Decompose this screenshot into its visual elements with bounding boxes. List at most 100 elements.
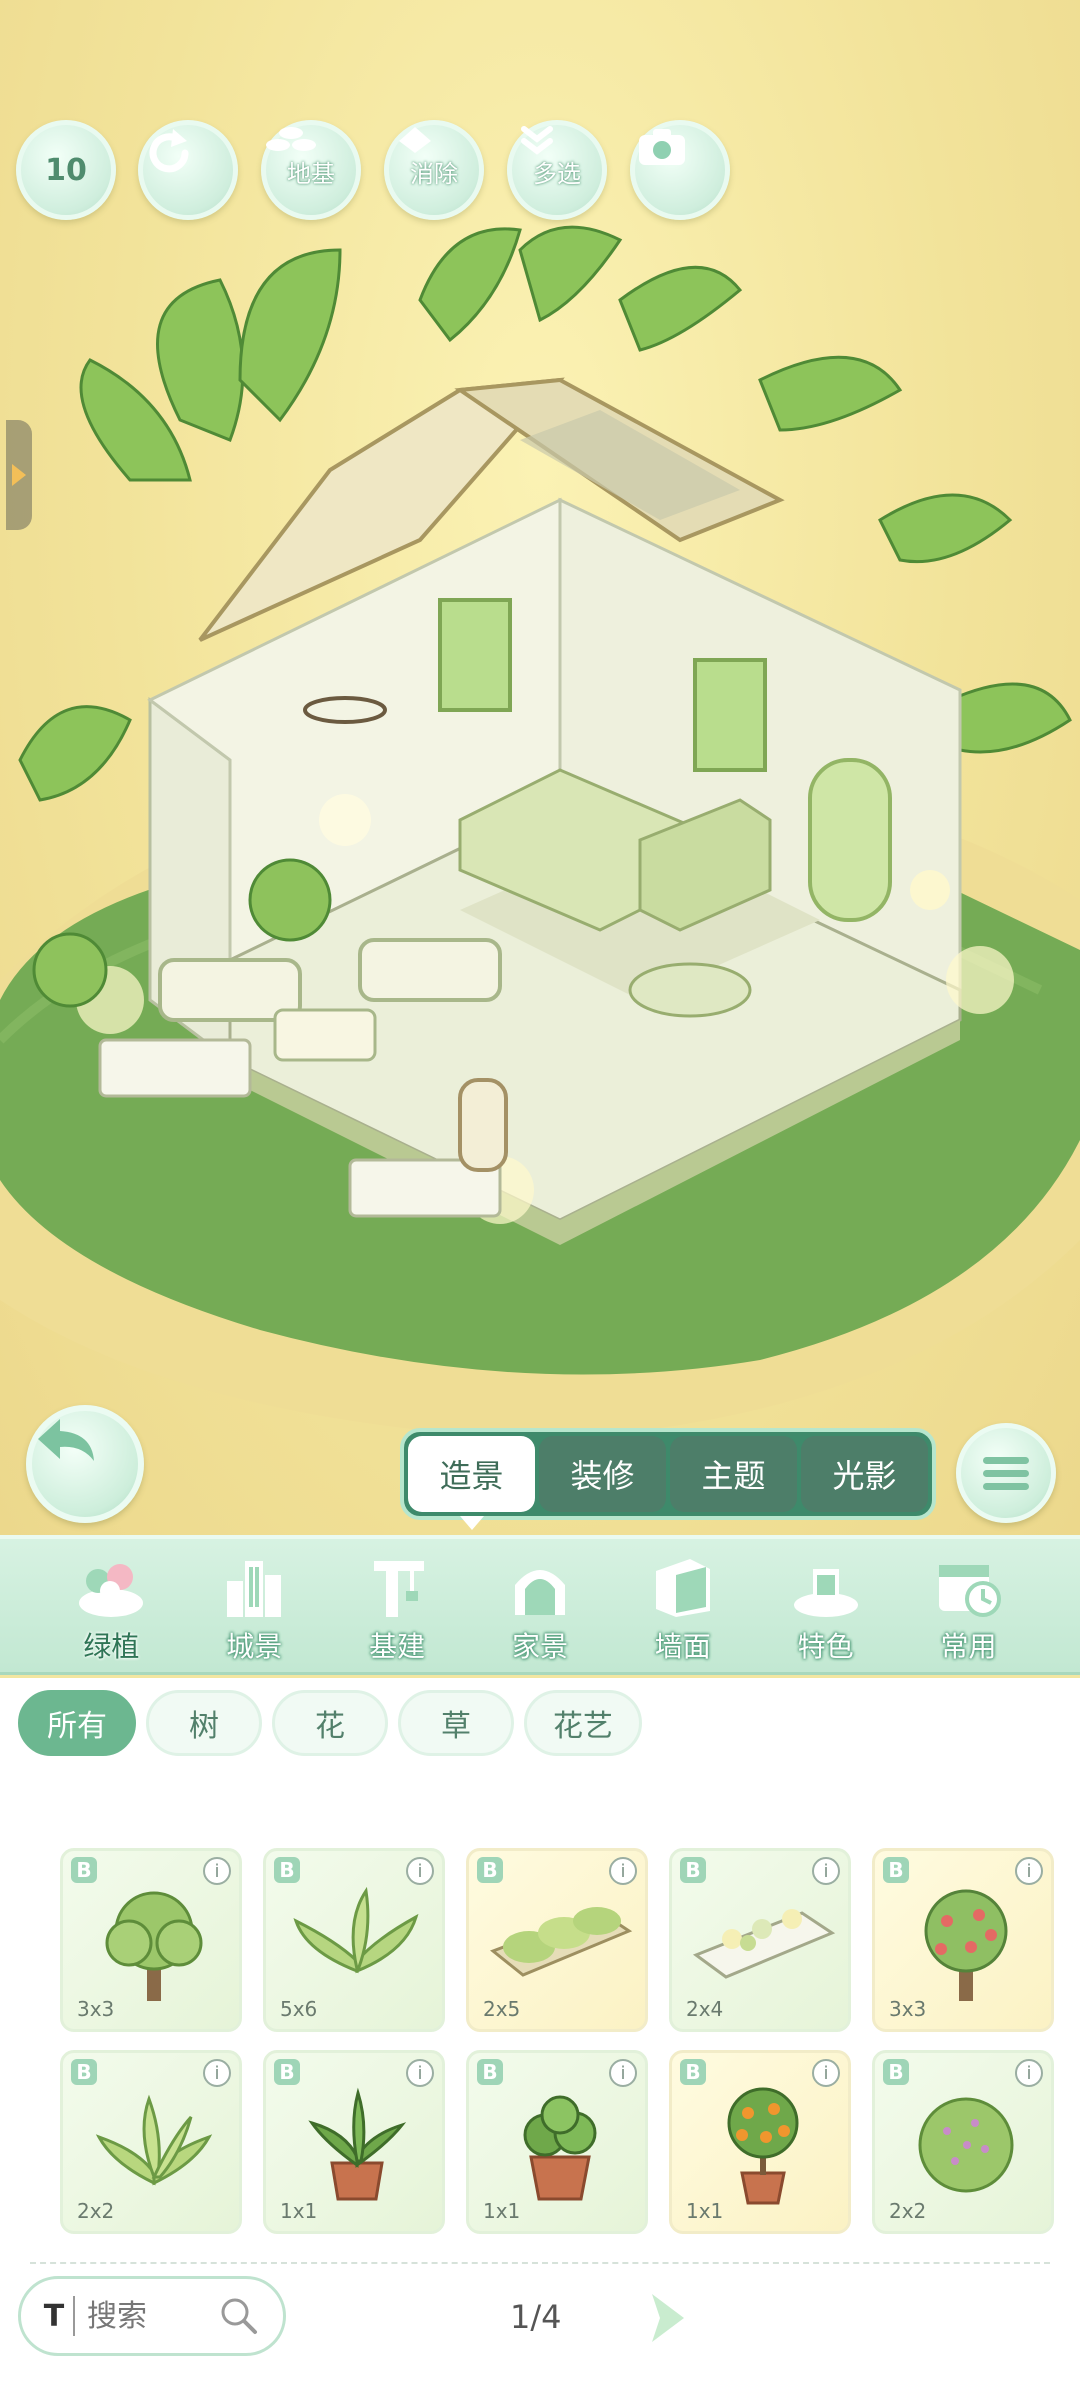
item-card[interactable]: B i 2x5: [466, 1848, 648, 2032]
category-home-scene[interactable]: 家景: [480, 1541, 600, 1671]
category-infrastructure[interactable]: 基建: [337, 1541, 457, 1671]
item-grid: B i 3x3 B i 5x6 B i 2x5 B i 2x4 B i 3x3 …: [60, 1848, 1054, 2234]
mode-tabs: 造景 装修 主题 光影: [400, 1428, 936, 1530]
redo-button[interactable]: [138, 120, 238, 220]
foundation-button[interactable]: 地基: [261, 120, 361, 220]
city-icon: [227, 1560, 282, 1617]
item-size: 2x2: [889, 2199, 927, 2223]
undo-button[interactable]: 10: [16, 120, 116, 220]
search-icon[interactable]: [217, 2294, 261, 2338]
item-card[interactable]: B i 1x1: [669, 2050, 851, 2234]
camera-button[interactable]: [630, 120, 730, 220]
erase-label: 消除: [410, 159, 458, 188]
menu-icon-bar: [983, 1482, 1029, 1490]
rarity-badge: B: [883, 1857, 909, 1883]
filter-grass[interactable]: 草: [398, 1690, 514, 1756]
item-card[interactable]: B i 2x4: [669, 1848, 851, 2032]
info-icon[interactable]: i: [1015, 1857, 1043, 1885]
filter-flower[interactable]: 花: [272, 1690, 388, 1756]
rarity-badge: B: [274, 2059, 300, 2085]
back-arrow-icon: [38, 1419, 94, 1461]
category-label: 常用: [940, 1629, 997, 1663]
next-page-icon[interactable]: [644, 2290, 690, 2346]
multiselect-button[interactable]: 多选: [507, 120, 607, 220]
category-special[interactable]: 特色: [766, 1541, 886, 1671]
item-size: 1x1: [483, 2199, 521, 2223]
item-card[interactable]: B i 2x2: [60, 2050, 242, 2234]
item-size: 3x3: [77, 1997, 115, 2021]
info-icon[interactable]: i: [1015, 2059, 1043, 2087]
home-scene-icon: [514, 1569, 565, 1615]
undo-count: 10: [45, 152, 87, 188]
item-card[interactable]: B i 1x1: [263, 2050, 445, 2234]
side-panel-toggle[interactable]: [6, 420, 32, 530]
back-button[interactable]: [26, 1405, 144, 1523]
info-icon[interactable]: i: [406, 2059, 434, 2087]
category-wall[interactable]: 墙面: [623, 1541, 743, 1671]
item-size: 1x1: [280, 2199, 318, 2223]
rarity-badge: B: [71, 1857, 97, 1883]
category-cityscape[interactable]: 城景: [194, 1541, 314, 1671]
item-size: 2x5: [483, 1997, 521, 2021]
menu-icon-bar: [983, 1456, 1029, 1464]
info-icon[interactable]: i: [812, 2059, 840, 2087]
info-icon[interactable]: i: [609, 1857, 637, 1885]
menu-button[interactable]: [956, 1423, 1056, 1523]
wall-icon: [655, 1558, 710, 1617]
tab-lighting[interactable]: 光影: [801, 1436, 928, 1512]
item-size: 2x2: [77, 2199, 115, 2223]
item-panel: 所有 树 花 草 花艺 B i 3x3 B i 5x6 B i 2x5 B i …: [0, 1678, 1080, 2400]
multiselect-icon: [521, 126, 553, 155]
category-label: 家景: [511, 1629, 568, 1663]
category-recent[interactable]: 常用: [908, 1541, 1028, 1671]
tab-theme[interactable]: 主题: [670, 1436, 797, 1512]
eraser-icon: [399, 127, 431, 153]
rarity-badge: B: [71, 2059, 97, 2085]
isometric-house-illustration[interactable]: [0, 0, 1080, 1540]
info-icon[interactable]: i: [203, 1857, 231, 1885]
text-icon[interactable]: T: [35, 2296, 75, 2336]
rarity-badge: B: [477, 1857, 503, 1883]
item-size: 1x1: [686, 2199, 724, 2223]
rarity-badge: B: [680, 1857, 706, 1883]
redo-icon: [149, 129, 189, 173]
info-icon[interactable]: i: [609, 2059, 637, 2087]
rarity-badge: B: [274, 1857, 300, 1883]
item-card[interactable]: B i 1x1: [466, 2050, 648, 2234]
category-label: 城景: [226, 1629, 283, 1663]
item-size: 5x6: [280, 1997, 318, 2021]
garden-scene[interactable]: 10 地基 消除 多选 造景 装修 主题 光影: [0, 0, 1080, 1540]
divider: [30, 2262, 1050, 2264]
arrow-right-icon: [12, 464, 26, 486]
camera-icon: [639, 129, 685, 165]
category-label: 绿植: [83, 1629, 140, 1663]
search-box: T: [18, 2276, 286, 2356]
multiselect-label: 多选: [533, 159, 581, 188]
item-size: 2x4: [686, 1997, 724, 2021]
plant-icon: [79, 1563, 144, 1617]
filter-floral-art[interactable]: 花艺: [524, 1690, 642, 1756]
info-icon[interactable]: i: [203, 2059, 231, 2087]
item-size: 3x3: [889, 1997, 927, 2021]
category-plants[interactable]: 绿植: [51, 1541, 171, 1671]
filter-all[interactable]: 所有: [18, 1690, 136, 1756]
page-indicator: 1/4: [510, 2298, 562, 2336]
search-input[interactable]: [87, 2298, 217, 2334]
category-label: 特色: [797, 1629, 854, 1663]
rarity-badge: B: [477, 2059, 503, 2085]
info-icon[interactable]: i: [812, 1857, 840, 1885]
item-card[interactable]: B i 3x3: [60, 1848, 242, 2032]
filter-chips: 所有 树 花 草 花艺: [18, 1690, 642, 1756]
item-card[interactable]: B i 2x2: [872, 2050, 1054, 2234]
filter-tree[interactable]: 树: [146, 1690, 262, 1756]
tab-renovate[interactable]: 装修: [539, 1436, 666, 1512]
erase-button[interactable]: 消除: [384, 120, 484, 220]
menu-icon-bar: [983, 1469, 1029, 1477]
rarity-badge: B: [680, 2059, 706, 2085]
crane-icon: [374, 1560, 425, 1617]
tab-landscape[interactable]: 造景: [408, 1436, 535, 1530]
category-label: 墙面: [654, 1629, 711, 1663]
item-card[interactable]: B i 5x6: [263, 1848, 445, 2032]
item-card[interactable]: B i 3x3: [872, 1848, 1054, 2032]
info-icon[interactable]: i: [406, 1857, 434, 1885]
